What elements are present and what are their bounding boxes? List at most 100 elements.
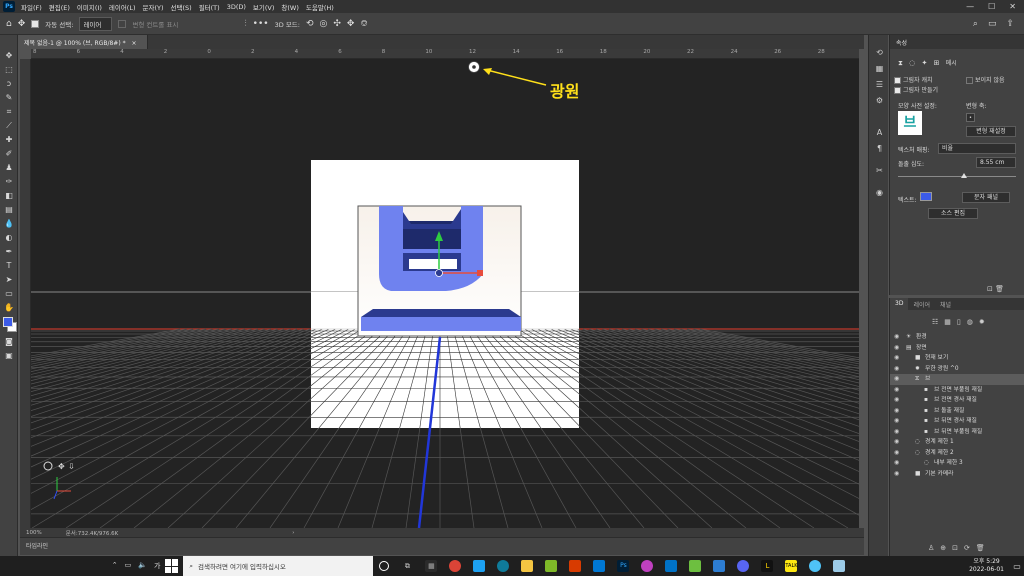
visibility-eye-icon[interactable]: ◉ — [894, 458, 899, 469]
photoshop-taskbar-icon[interactable]: Ps — [617, 560, 630, 572]
workspace-icon[interactable]: ▭ — [988, 19, 997, 29]
menu-edit[interactable]: 편집(E) — [49, 2, 70, 12]
canvas-viewport[interactable]: ✥ ⇩ 광원 — [31, 59, 859, 528]
healing-brush-tool-icon[interactable]: ✚ — [3, 135, 15, 145]
mesh-tab-icons[interactable]: ⧗ ◌ ✦ ⊞ 메시 — [898, 58, 957, 68]
menu-window[interactable]: 창(W) — [281, 2, 298, 12]
app-icon-green[interactable] — [545, 560, 558, 572]
align-icon[interactable]: ⫶ — [244, 19, 246, 29]
scene-row[interactable]: ◉ ■ 현재 보기 — [890, 353, 1024, 364]
quick-mask-icon[interactable]: ◙ — [3, 337, 15, 347]
deform-axis-control[interactable]: • — [966, 113, 975, 122]
store-icon[interactable] — [593, 560, 606, 572]
shape-preset-thumbnail[interactable]: 브 — [898, 111, 922, 135]
crop-tool-icon[interactable]: ⌗ — [3, 107, 15, 117]
scene-row[interactable]: ◉ ☀ 환경 — [890, 332, 1024, 343]
tools-presets-icon[interactable]: ✂ — [874, 165, 885, 176]
close-window-button[interactable]: ✕ — [1009, 2, 1016, 11]
catch-shadows-checkbox[interactable] — [894, 77, 901, 84]
visibility-eye-icon[interactable]: ◉ — [894, 364, 899, 375]
menu-image[interactable]: 이미지(I) — [77, 2, 102, 12]
visibility-eye-icon[interactable]: ◉ — [894, 416, 899, 427]
menu-file[interactable]: 파일(F) — [21, 2, 42, 12]
properties-panel-icon[interactable]: ⚙ — [874, 95, 885, 106]
reset-deform-button[interactable]: 변형 재설정 — [966, 126, 1016, 137]
tab-3d[interactable]: 3D — [890, 298, 909, 310]
dodge-tool-icon[interactable]: ◐ — [3, 233, 15, 243]
taskbar-search-input[interactable]: 검색하려면 여기에 입력하십시오 — [198, 561, 286, 571]
search-icon[interactable]: ⌕ — [973, 19, 978, 29]
scene-row[interactable]: ◉ ▪ 브 뒤면 경사 재질 — [890, 416, 1024, 427]
scene-row[interactable]: ◉ ■ 기본 카메라 — [890, 469, 1024, 480]
close-tab-icon[interactable]: × — [132, 40, 137, 47]
scene-row[interactable]: ◉ ▪ 브 돌출 재질 — [890, 406, 1024, 417]
character-panel-button[interactable]: 문자 패널 — [962, 192, 1010, 203]
tab-layers[interactable]: 레이어 — [908, 298, 935, 310]
stamp-tool-icon[interactable]: ♟ — [3, 163, 15, 173]
type-tool-icon[interactable]: T — [3, 261, 15, 271]
blur-tool-icon[interactable]: 💧 — [3, 219, 15, 229]
texture-mapping-select[interactable]: 비율 — [938, 143, 1016, 154]
ime-indicator[interactable]: 가 — [154, 561, 160, 571]
scene-row[interactable]: ◉ ◌ 경계 제한 1 — [890, 437, 1024, 448]
kakaotalk-icon[interactable]: TALK — [785, 560, 798, 572]
menu-select[interactable]: 선택(S) — [171, 2, 192, 12]
foreground-color-swatch[interactable] — [3, 317, 13, 327]
hand-tool-icon[interactable]: ✋ — [3, 303, 15, 313]
swatches-panel-icon[interactable]: ▦ — [874, 63, 885, 74]
gradient-tool-icon[interactable]: ▤ — [3, 205, 15, 215]
visibility-eye-icon[interactable]: ◉ — [894, 469, 899, 480]
app-icon-bird[interactable] — [473, 560, 486, 572]
lasso-tool-icon[interactable]: ↄ — [3, 79, 15, 89]
tab-channels[interactable]: 채널 — [935, 298, 956, 310]
minimize-button[interactable]: — — [966, 2, 974, 11]
extrusion-depth-slider-thumb[interactable] — [961, 173, 967, 178]
extrusion-depth-input[interactable]: 8.55 cm — [976, 157, 1016, 168]
scene-row[interactable]: ◉ ◌ 내부 제한 3 — [890, 458, 1024, 469]
history-brush-tool-icon[interactable]: ✑ — [3, 177, 15, 187]
adjustments-panel-icon[interactable]: ☰ — [874, 79, 885, 90]
coordinates-icon[interactable]: ⊞ — [934, 59, 940, 67]
notification-icon[interactable]: ▭ — [1010, 562, 1024, 571]
menu-layer[interactable]: 레이어(L) — [109, 2, 136, 12]
camera-3d-icon[interactable]: ⎊ — [360, 19, 367, 29]
menu-filter[interactable]: 필터(T) — [199, 2, 220, 12]
roll-3d-icon[interactable]: ◎ — [320, 19, 328, 29]
scene-row[interactable]: ◉ ▪ 브 뒤면 부풀림 재질 — [890, 427, 1024, 438]
text-color-swatch[interactable] — [920, 192, 932, 201]
invisible-row[interactable]: 보이지 않음 — [966, 75, 1005, 84]
taskbar-clock[interactable]: 오후 5:29 2022-06-01 — [963, 558, 1010, 574]
3d-scene[interactable]: ✥ ⇩ — [31, 59, 859, 528]
share-icon[interactable]: ⇪ — [1006, 19, 1014, 29]
pen-tool-icon[interactable]: ✒ — [3, 247, 15, 257]
windows-start-icon[interactable] — [165, 559, 179, 573]
eyedropper-tool-icon[interactable]: ⟋ — [3, 121, 15, 131]
visibility-eye-icon[interactable]: ◉ — [894, 437, 899, 448]
character-panel-icon[interactable]: A — [874, 127, 885, 138]
visibility-eye-icon[interactable]: ◉ — [894, 374, 899, 385]
catch-shadows-row[interactable]: 그림자 캐치 — [894, 75, 933, 84]
move-tool-icon[interactable]: ✥ — [18, 19, 26, 29]
auto-select-checkbox[interactable] — [31, 19, 40, 28]
app-icon-notepad[interactable] — [833, 560, 846, 572]
chrome-icon[interactable] — [449, 560, 462, 572]
scene-row[interactable]: ◉ ◌ 경계 제한 2 — [890, 448, 1024, 459]
invisible-checkbox[interactable] — [966, 77, 973, 84]
panel-footer-icons[interactable]: ⊡ 🗑 — [987, 285, 1004, 293]
screen-mode-icon[interactable]: ▣ — [3, 351, 15, 361]
visibility-eye-icon[interactable]: ◉ — [894, 427, 899, 438]
edge-icon[interactable] — [497, 560, 510, 572]
scene-row[interactable]: ◉ ✹ 무한 광원 ^0 — [890, 364, 1024, 375]
taskbar-search[interactable]: ⌕ 검색하려면 여기에 입력하십시오 — [183, 556, 374, 576]
app-icon-w[interactable] — [569, 560, 582, 572]
visibility-eye-icon[interactable]: ◉ — [894, 448, 899, 459]
history-panel-icon[interactable]: ⟲ — [874, 47, 885, 58]
volume-icon[interactable]: 🔈 — [138, 561, 147, 571]
app-icon-map[interactable] — [689, 560, 702, 572]
3d-panel-icon[interactable]: ◉ — [874, 187, 885, 198]
file-explorer-icon[interactable] — [521, 560, 534, 572]
cast-shadows-checkbox[interactable] — [894, 87, 901, 94]
paragraph-panel-icon[interactable]: ¶ — [874, 143, 885, 154]
document-tab[interactable]: 제목 없음-1 @ 100% (브, RGB/8#) * × — [18, 35, 148, 49]
light-source-icon[interactable] — [468, 61, 480, 73]
